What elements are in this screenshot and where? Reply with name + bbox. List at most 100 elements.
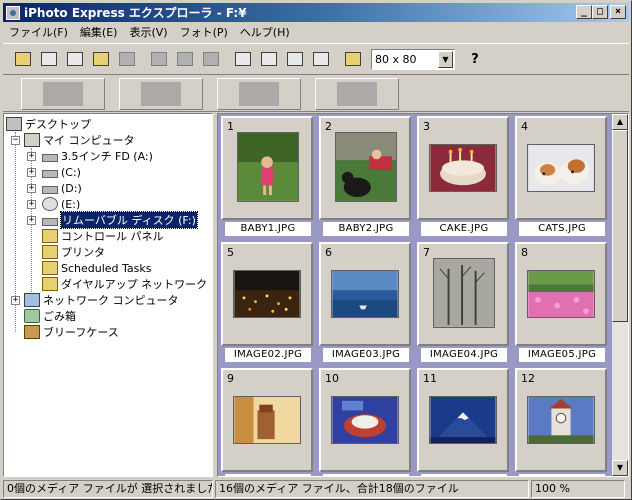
tree-item-my-computer[interactable]: マイ コンピュータ	[24, 132, 135, 148]
scrollbar-thumb[interactable]	[612, 130, 628, 322]
help-pointer-icon: ?	[471, 51, 479, 67]
expand-icon[interactable]: +	[27, 168, 36, 177]
food-photo-thumbnail	[331, 396, 399, 444]
paste-button[interactable]	[173, 48, 197, 70]
monitor-icon	[337, 81, 377, 106]
scroll-up-icon[interactable]: ▲	[612, 114, 628, 130]
expand-icon[interactable]: +	[11, 296, 20, 305]
tree-item-label: 3.5インチ FD (A:)	[61, 150, 153, 163]
thumbnail-number: 5	[227, 246, 234, 259]
chevron-down-icon[interactable]: ▼	[438, 50, 453, 68]
tree-item-removable-disk[interactable]: リムーバブル ディスク (F:)	[42, 211, 198, 229]
tree-item-label: ダイヤルアップ ネットワーク	[61, 278, 208, 291]
folder-icon	[141, 81, 181, 106]
thumbnail-number: 2	[325, 120, 332, 133]
expand-icon[interactable]: +	[27, 216, 36, 225]
expand-icon[interactable]: +	[27, 200, 36, 209]
menu-edit[interactable]: 編集(E)	[74, 24, 124, 42]
thumbnail-item[interactable]: 10	[319, 368, 411, 476]
thumbnail-size-button[interactable]	[341, 48, 365, 70]
properties-button[interactable]	[199, 48, 223, 70]
monitor-media-button[interactable]	[315, 77, 399, 110]
expand-icon[interactable]: +	[27, 184, 36, 193]
thumbnail-item[interactable]: 1 BABY1.JPG	[221, 116, 313, 238]
tree-item-floppy[interactable]: 3.5インチ FD (A:)	[42, 148, 153, 164]
tree-item-label: ネットワーク コンピュータ	[43, 294, 179, 307]
tree-item-desktop[interactable]: デスクトップ	[6, 116, 91, 132]
tree-item-network[interactable]: ネットワーク コンピュータ	[24, 292, 179, 308]
folder-back-button[interactable]	[89, 48, 113, 70]
thumbnail-filename: IMAGE04.JPG	[421, 348, 507, 362]
disconnect-button[interactable]	[63, 48, 87, 70]
sort-ascending-button[interactable]	[231, 48, 255, 70]
clapperboard-icon	[239, 81, 279, 106]
menu-view[interactable]: 表示(V)	[123, 24, 173, 42]
context-help-button[interactable]: ?	[463, 48, 487, 70]
thumbnail-item[interactable]: 7 IMAGE04.JPG	[417, 242, 509, 364]
thumbnail-item[interactable]: 3 CAKE.JPG	[417, 116, 509, 238]
menu-file[interactable]: ファイル(F)	[3, 24, 74, 42]
tree-item-printers[interactable]: プリンタ	[42, 244, 105, 260]
thumbnail-item[interactable]: 12	[515, 368, 607, 476]
thumbnail-filename	[323, 474, 409, 476]
folder-tree[interactable]: デスクトップ − マイ コンピュータ + 3.5インチ FD (A:) + (C…	[3, 113, 213, 477]
vertical-scrollbar[interactable]: ▲ ▼	[612, 114, 628, 476]
tree-item-briefcase[interactable]: ブリーフケース	[24, 324, 119, 340]
refresh-button[interactable]	[283, 48, 307, 70]
copy-icon	[151, 52, 167, 66]
title-bar[interactable]: iPhoto Express エクスプローラ - F:¥ _ □ ×	[3, 3, 629, 22]
properties-icon	[203, 52, 219, 66]
tree-item-label: Scheduled Tasks	[61, 261, 152, 275]
movie-media-button[interactable]	[217, 77, 301, 110]
thumbnail-grid[interactable]: 1 BABY1.JPG 2 BABY2.JPG 3 CAKE.JPG 4 CAT…	[217, 113, 629, 477]
photo-media-button[interactable]	[21, 77, 105, 110]
photo-icon	[43, 81, 83, 106]
thumbnail-filename: CAKE.JPG	[421, 222, 507, 236]
thumbnail-item[interactable]: 2 BABY2.JPG	[319, 116, 411, 238]
night-city-photo-thumbnail	[233, 270, 301, 318]
network-icon	[24, 293, 40, 307]
tree-item-recycle-bin[interactable]: ごみ箱	[24, 308, 76, 324]
clock-tower-photo-thumbnail	[527, 396, 595, 444]
expand-icon[interactable]: +	[27, 152, 36, 161]
collapse-icon[interactable]: −	[11, 136, 20, 145]
tree-item-dialup-networking[interactable]: ダイヤルアップ ネットワーク	[42, 276, 207, 292]
details-button[interactable]	[309, 48, 333, 70]
tree-item-drive-e[interactable]: (E:)	[42, 196, 80, 212]
tree-item-label: (C:)	[61, 165, 81, 179]
tree-item-drive-c[interactable]: (C:)	[42, 164, 81, 180]
thumbnail-item[interactable]: 9	[221, 368, 313, 476]
thumbnail-frame: 6	[319, 242, 411, 346]
thumbnail-frame: 1	[221, 116, 313, 220]
minimize-button[interactable]: _	[576, 5, 592, 19]
thumbnail-item[interactable]: 6 IMAGE03.JPG	[319, 242, 411, 364]
tree-item-control-panel[interactable]: コントロール パネル	[42, 228, 164, 244]
map-drive-button[interactable]	[37, 48, 61, 70]
thumbnail-item[interactable]: 11	[417, 368, 509, 476]
control-panel-icon	[42, 229, 58, 243]
up-folder-button[interactable]	[11, 48, 35, 70]
thumbnail-filename: IMAGE03.JPG	[323, 348, 409, 362]
maximize-button[interactable]: □	[592, 5, 608, 19]
folder-media-button[interactable]	[119, 77, 203, 110]
tree-item-drive-d[interactable]: (D:)	[42, 180, 82, 196]
sort-descending-button[interactable]	[257, 48, 281, 70]
thumbnail-item[interactable]: 8 IMAGE05.JPG	[515, 242, 607, 364]
sort-ascending-icon	[235, 52, 251, 66]
thumbnail-size-select[interactable]: 80 x 80 ▼	[371, 48, 455, 70]
scroll-down-icon[interactable]: ▼	[612, 460, 628, 476]
menu-help[interactable]: ヘルプ(H)	[234, 24, 296, 42]
thumbnail-frame: 11	[417, 368, 509, 472]
thumbnail-number: 10	[325, 372, 339, 385]
copy-button[interactable]	[147, 48, 171, 70]
tree-item-scheduled-tasks[interactable]: Scheduled Tasks	[42, 260, 152, 276]
close-button[interactable]: ×	[610, 5, 626, 19]
thumbnail-item[interactable]: 4 CATS.JPG	[515, 116, 607, 238]
app-icon[interactable]	[6, 5, 20, 20]
thumbnail-frame: 2	[319, 116, 411, 220]
thumbnail-item[interactable]: 5 IMAGE02.JPG	[221, 242, 313, 364]
menu-photo[interactable]: フォト(P)	[174, 24, 234, 42]
briefcase-icon	[24, 325, 40, 339]
thumbnail-filename: IMAGE02.JPG	[225, 348, 311, 362]
scan-button[interactable]	[115, 48, 139, 70]
